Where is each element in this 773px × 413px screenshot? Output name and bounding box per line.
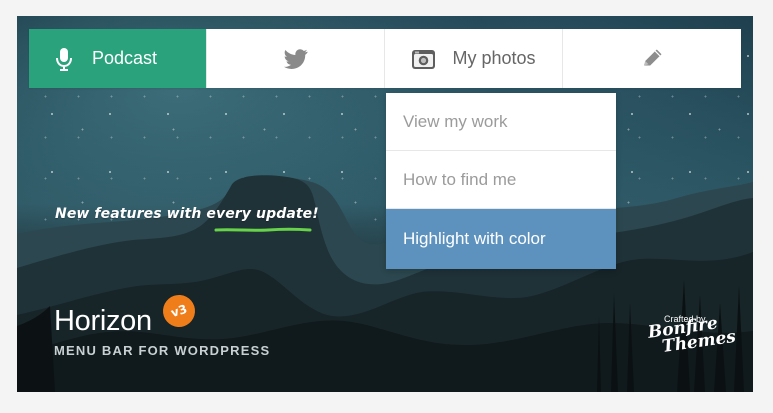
hero-tagline: New features with every update!	[55, 206, 319, 222]
product-title: Horizon	[54, 305, 152, 337]
tagline-underline-accent	[214, 227, 312, 232]
menu-item-label: Podcast	[92, 48, 158, 68]
menu-item-label: My photos	[452, 48, 536, 68]
microphone-icon	[55, 47, 73, 71]
photos-dropdown-menu: View my work How to find me Highlight wi…	[386, 93, 616, 269]
menu-item-twitter[interactable]	[207, 29, 385, 88]
pencil-icon	[640, 47, 664, 71]
dropdown-item-highlight-with-color[interactable]: Highlight with color	[386, 209, 616, 269]
menu-bar: Podcast My photos	[29, 29, 741, 88]
hero-banner: Podcast My photos View my work How to fi…	[17, 16, 753, 392]
menu-item-edit[interactable]	[563, 29, 741, 88]
camera-icon	[411, 48, 436, 70]
menu-item-my-photos[interactable]: My photos	[385, 29, 563, 88]
dropdown-item-view-my-work[interactable]: View my work	[386, 93, 616, 151]
twitter-icon	[283, 48, 308, 69]
product-subtitle: MENU BAR FOR WORDPRESS	[54, 343, 271, 358]
menu-item-podcast[interactable]: Podcast	[29, 29, 207, 88]
dropdown-item-how-to-find-me[interactable]: How to find me	[386, 151, 616, 209]
